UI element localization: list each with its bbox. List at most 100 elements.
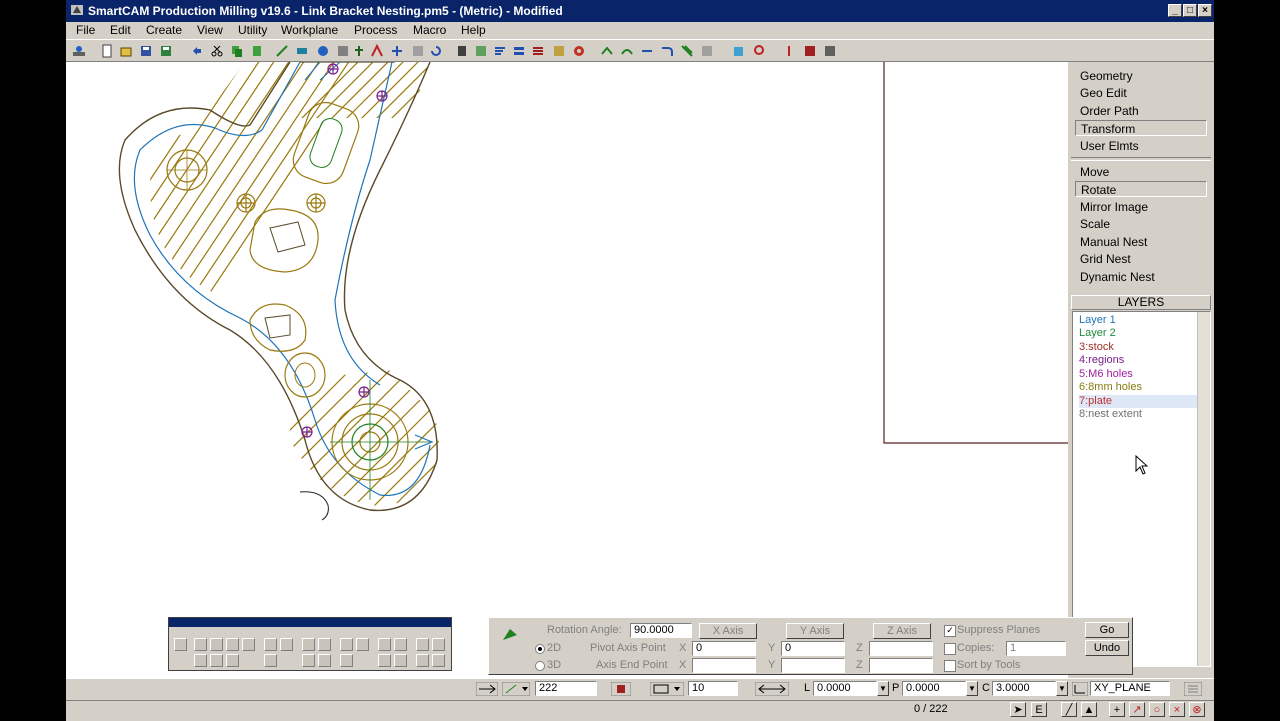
element-number-field[interactable]: 222 — [535, 681, 597, 696]
snap-target-icon[interactable]: ⊗ — [1189, 702, 1205, 717]
palette-tool-icon[interactable] — [210, 638, 223, 651]
rotation-angle-field[interactable]: 90.0000 — [630, 623, 692, 638]
close-button[interactable]: × — [1198, 4, 1212, 17]
layer-item[interactable]: 8:nest extent — [1079, 408, 1197, 421]
arc-tool-icon[interactable] — [620, 44, 634, 58]
palette-tool-icon[interactable] — [210, 654, 223, 667]
copies-field[interactable]: 1 — [1006, 641, 1066, 656]
z-axis-button[interactable]: Z Axis — [873, 623, 931, 639]
menu-macro[interactable]: Macro — [413, 23, 446, 37]
menu-workplane[interactable]: Workplane — [281, 23, 338, 37]
menu-transform[interactable]: Transform — [1075, 120, 1207, 136]
palette-tool-icon[interactable] — [242, 638, 255, 651]
menu-manual-nest[interactable]: Manual Nest — [1075, 234, 1207, 250]
zoom-tool-icon[interactable] — [753, 44, 767, 58]
edit-mode-icon[interactable]: E — [1031, 702, 1047, 717]
palette-tool-icon[interactable] — [432, 654, 445, 667]
menu-user-elmts[interactable]: User Elmts — [1075, 138, 1207, 154]
layer-item[interactable]: Layer 2 — [1079, 327, 1197, 340]
layer-item[interactable]: 5:M6 holes — [1079, 368, 1197, 381]
go-button[interactable]: Go — [1085, 622, 1129, 638]
mode-3d-radio[interactable] — [535, 661, 545, 671]
paste-icon[interactable] — [250, 44, 264, 58]
menu-geometry[interactable]: Geometry — [1075, 68, 1207, 84]
stack-icon[interactable] — [512, 44, 526, 58]
palette-tool-icon[interactable] — [280, 638, 293, 651]
p-value-field[interactable]: 0.0000 — [902, 681, 966, 696]
step-value-field[interactable]: 10 — [688, 681, 738, 696]
pan-icon[interactable]: ▲ — [1081, 702, 1097, 717]
step-mode-icon[interactable] — [650, 682, 684, 696]
copies-checkbox[interactable] — [944, 643, 956, 655]
element-selector-icon[interactable] — [476, 682, 498, 696]
list-icon[interactable] — [531, 44, 545, 58]
palette-tool-icon[interactable] — [264, 638, 277, 651]
palette-tool-icon[interactable] — [394, 638, 407, 651]
cut-icon[interactable] — [210, 44, 224, 58]
pivot-y-field[interactable]: 0 — [781, 641, 845, 656]
palette-tool-icon[interactable] — [416, 638, 429, 651]
menu-dynamic-nest[interactable]: Dynamic Nest — [1075, 269, 1207, 285]
l-value-field[interactable]: 0.0000 — [813, 681, 877, 696]
menu-file[interactable]: File — [76, 23, 95, 37]
sort-by-tools-checkbox[interactable] — [944, 660, 956, 672]
probe-tool-icon[interactable] — [782, 44, 796, 58]
maximize-button[interactable]: □ — [1183, 4, 1197, 17]
element-type-icon[interactable] — [502, 682, 530, 696]
palette-titlebar[interactable] — [169, 618, 451, 627]
network-icon[interactable] — [72, 44, 86, 58]
palette-tool-icon[interactable] — [302, 638, 315, 651]
p-dropdown-icon[interactable]: ▼ — [966, 681, 978, 696]
menu-geo-edit[interactable]: Geo Edit — [1075, 85, 1207, 101]
step-arrows-icon[interactable] — [755, 682, 789, 696]
palette-tool-icon[interactable] — [194, 654, 207, 667]
rotate-tool-icon[interactable] — [429, 44, 443, 58]
line-tool-icon[interactable] — [600, 44, 614, 58]
end-x-field[interactable] — [692, 658, 756, 673]
pivot-x-field[interactable]: 0 — [692, 641, 756, 656]
layer-item[interactable]: 3:stock — [1079, 341, 1197, 354]
layers-list[interactable]: Layer 1 Layer 2 3:stock 4:regions 5:M6 h… — [1072, 311, 1211, 667]
palette-tool-icon[interactable] — [264, 654, 277, 667]
report-icon[interactable] — [803, 44, 817, 58]
menu-process[interactable]: Process — [354, 23, 397, 37]
c-dropdown-icon[interactable]: ▼ — [1056, 681, 1068, 696]
palette-tool-icon[interactable] — [432, 638, 445, 651]
palette-tool-icon[interactable] — [378, 654, 391, 667]
palette-tool-icon[interactable] — [318, 654, 331, 667]
save-icon[interactable] — [139, 44, 153, 58]
select-arrow-icon[interactable] — [174, 638, 187, 651]
layer-item[interactable]: 4:regions — [1079, 354, 1197, 367]
undo-button[interactable]: Undo — [1085, 640, 1129, 656]
palette-tool-icon[interactable] — [416, 654, 429, 667]
menu-create[interactable]: Create — [146, 23, 182, 37]
mesh-icon[interactable] — [411, 44, 425, 58]
grid-snap-icon[interactable] — [1184, 682, 1202, 696]
snap-cancel-icon[interactable]: × — [1169, 702, 1185, 717]
palette-tool-icon[interactable] — [318, 638, 331, 651]
layer-item[interactable]: 6:8mm holes — [1079, 381, 1197, 394]
info-icon[interactable] — [455, 44, 469, 58]
palette-tool-icon[interactable] — [378, 638, 391, 651]
menu-view[interactable]: View — [197, 23, 223, 37]
palette-tool-icon[interactable] — [340, 654, 353, 667]
menu-rotate[interactable]: Rotate — [1075, 181, 1207, 197]
graphics-viewport[interactable] — [66, 62, 1068, 678]
fillet-tool-icon[interactable] — [660, 44, 674, 58]
tree-view-icon[interactable] — [352, 44, 366, 58]
select-pointer-icon[interactable]: ➤ — [1010, 702, 1026, 717]
menu-grid-nest[interactable]: Grid Nest — [1075, 251, 1207, 267]
palette-tool-icon[interactable] — [394, 654, 407, 667]
pivot-z-field[interactable] — [869, 641, 933, 656]
pattern-tool-icon[interactable] — [700, 44, 714, 58]
save-as-icon[interactable] — [159, 44, 173, 58]
geometry-tool-icon[interactable] — [316, 44, 330, 58]
minimize-button[interactable]: _ — [1168, 4, 1182, 17]
snap-grid-icon[interactable]: + — [1109, 702, 1125, 717]
wire-icon[interactable]: ╱ — [1061, 702, 1077, 717]
snap-icon[interactable] — [275, 44, 289, 58]
chain-tool-icon[interactable] — [640, 44, 654, 58]
snap-end-icon[interactable]: ↗ — [1129, 702, 1145, 717]
snap-center-icon[interactable]: ○ — [1149, 702, 1165, 717]
y-axis-button[interactable]: Y Axis — [786, 623, 844, 639]
